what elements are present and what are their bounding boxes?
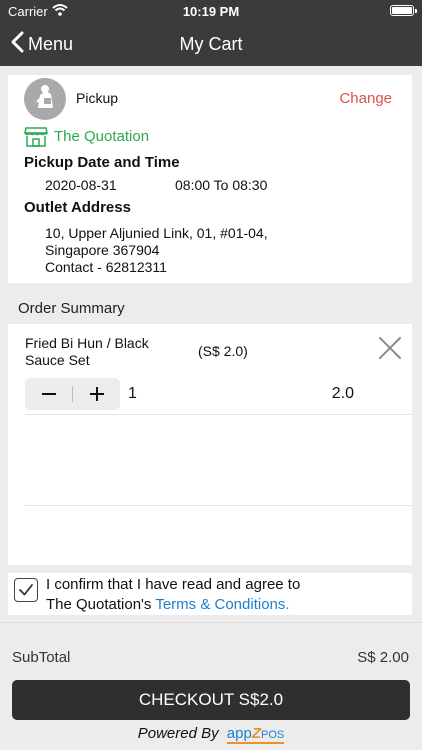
brand-prefix: app <box>226 725 252 742</box>
page-title: My Cart <box>179 34 243 54</box>
outlet-address-heading: Outlet Address <box>24 199 131 216</box>
outlet-row: The Quotation <box>24 125 149 147</box>
address-line-2: Singapore 367904 <box>45 242 160 258</box>
pickup-card: Pickup Change The Quotation Pickup Date … <box>8 75 412 283</box>
status-bar: Carrier 10:19 PM <box>0 0 422 22</box>
terms-text-prefix: The Quotation's <box>46 596 156 613</box>
item-divider <box>25 414 412 415</box>
close-icon <box>379 337 401 359</box>
terms-link[interactable]: Terms & Conditions. <box>155 596 289 613</box>
increase-quantity-button[interactable] <box>73 378 120 410</box>
brand-z: Z <box>251 725 261 742</box>
navigation-bar: Menu My Cart <box>0 22 422 66</box>
appzpos-logo: appZPOS <box>226 725 285 744</box>
list-divider <box>25 505 412 506</box>
terms-checkbox[interactable] <box>14 578 38 602</box>
outlet-name: The Quotation <box>54 127 150 145</box>
item-total: 2.0 <box>331 385 354 402</box>
subtotal-label: SubTotal <box>12 649 71 666</box>
powered-by: Powered By appZPOS <box>0 725 422 744</box>
store-icon <box>24 125 48 147</box>
terms-text: I confirm that I have read and agree to … <box>46 575 406 615</box>
checkout-footer: SubTotal S$ 2.00 CHECKOUT S$2.0 Powered … <box>0 622 422 750</box>
pickup-label: Pickup <box>76 90 119 106</box>
quantity-stepper[interactable] <box>25 378 120 410</box>
pickup-time: 08:00 To 08:30 <box>175 177 268 193</box>
brand-suffix: POS <box>261 729 285 741</box>
decrease-quantity-button[interactable] <box>25 378 72 410</box>
item-quantity: 1 <box>128 385 137 402</box>
pickup-avatar <box>24 78 66 120</box>
terms-text-line-1: I confirm that I have read and agree to <box>46 576 301 593</box>
change-button[interactable]: Change <box>339 90 392 107</box>
pickup-date: 2020-08-31 <box>45 177 117 193</box>
clock: 10:19 PM <box>182 4 240 19</box>
item-name: Fried Bi Hun / Black Sauce Set <box>25 335 149 368</box>
pickup-datetime-heading: Pickup Date and Time <box>24 154 180 171</box>
powered-by-label: Powered By <box>137 725 219 742</box>
order-summary-card: Fried Bi Hun / Black Sauce Set (S$ 2.0) … <box>8 324 412 565</box>
item-unit-price: (S$ 2.0) <box>198 343 248 359</box>
checkout-button[interactable]: CHECKOUT S$2.0 <box>12 680 410 720</box>
address-line-1: 10, Upper Aljunied Link, 01, #01-04, <box>45 225 268 241</box>
subtotal-value: S$ 2.00 <box>357 649 409 666</box>
terms-confirmation: I confirm that I have read and agree to … <box>8 573 412 615</box>
order-summary-title: Order Summary <box>18 300 125 317</box>
outlet-contact: Contact - 62812311 <box>45 259 167 275</box>
checkmark-icon <box>19 584 33 596</box>
remove-item-button[interactable] <box>378 336 402 360</box>
battery-icon <box>390 5 417 16</box>
plus-icon <box>89 387 104 401</box>
minus-icon <box>41 393 56 395</box>
